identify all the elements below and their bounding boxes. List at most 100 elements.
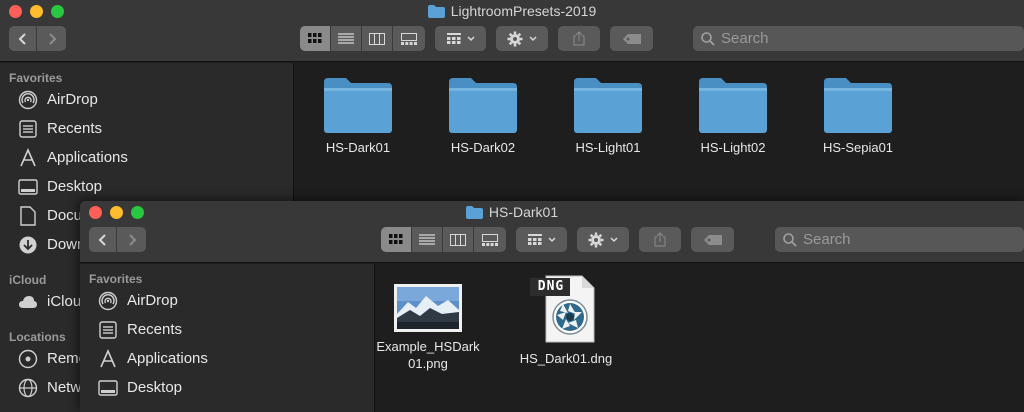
group-by-dropdown[interactable] bbox=[516, 227, 567, 252]
sidebar-item-label: Recents bbox=[127, 321, 183, 338]
sidebar-item-applications[interactable]: Applications bbox=[0, 143, 293, 172]
sidebar-item-recents[interactable]: Recents bbox=[0, 114, 293, 143]
tags-button[interactable] bbox=[691, 227, 734, 252]
globe-icon bbox=[18, 378, 38, 398]
forward-button[interactable] bbox=[117, 227, 146, 252]
folder-icon bbox=[449, 78, 517, 133]
icon-view-button[interactable] bbox=[300, 26, 331, 51]
chevron-right-icon bbox=[48, 32, 56, 45]
sidebar-item-airdrop[interactable]: AirDrop bbox=[80, 286, 374, 315]
icon-view-icon bbox=[308, 33, 322, 43]
folder-icon bbox=[824, 78, 892, 133]
sidebar-item-desktop[interactable]: Desktop bbox=[0, 172, 293, 201]
chevron-left-icon bbox=[98, 233, 106, 246]
gear-icon bbox=[588, 232, 604, 247]
action-menu-button[interactable] bbox=[496, 26, 548, 51]
sidebar-item-label: Desktop bbox=[47, 178, 103, 195]
list-view-button[interactable] bbox=[412, 227, 443, 252]
search-input[interactable] bbox=[803, 231, 1003, 248]
sidebar-heading-favorites: Favorites bbox=[9, 71, 63, 85]
column-view-icon bbox=[369, 32, 385, 45]
window-title-text: HS-Dark01 bbox=[488, 204, 559, 220]
file-name: HS_Dark01.dng bbox=[519, 351, 613, 366]
action-menu-button[interactable] bbox=[577, 227, 629, 252]
desktop-icon bbox=[18, 177, 38, 197]
cloud-icon bbox=[18, 292, 38, 312]
gear-icon bbox=[507, 31, 523, 46]
desktop-icon bbox=[98, 378, 118, 398]
sidebar-item-label: Applications bbox=[47, 149, 128, 166]
sidebar-item-label: Docu bbox=[47, 207, 83, 224]
recents-icon bbox=[98, 320, 118, 340]
back-button[interactable] bbox=[89, 227, 117, 252]
list-view-button[interactable] bbox=[331, 26, 362, 51]
search-field[interactable] bbox=[693, 26, 1024, 51]
tag-icon bbox=[703, 234, 722, 245]
folder-icon bbox=[699, 78, 767, 133]
sidebar-item-airdrop[interactable]: AirDrop bbox=[0, 85, 293, 114]
gallery-view-button[interactable] bbox=[393, 26, 425, 51]
folder-icon bbox=[324, 78, 392, 133]
view-mode-segmented bbox=[300, 26, 425, 51]
chevron-down-icon bbox=[466, 35, 475, 41]
folder-item[interactable]: HS-Dark02 bbox=[428, 78, 538, 156]
folder-name: HS-Light01 bbox=[575, 140, 641, 155]
window-title: LightroomPresets-2019 bbox=[0, 3, 1024, 19]
sidebar-item-label: Recents bbox=[47, 120, 103, 137]
sidebar-heading-favorites: Favorites bbox=[89, 272, 143, 286]
airdrop-icon bbox=[98, 291, 118, 311]
sidebar-item-label: AirDrop bbox=[127, 292, 178, 309]
file-browser: Example_HSDark 01.png DNG HS_Dark01.dng bbox=[376, 264, 1024, 412]
share-button[interactable] bbox=[558, 26, 600, 51]
folder-item[interactable]: HS-Sepia01 bbox=[803, 78, 913, 156]
search-field[interactable] bbox=[775, 227, 1024, 252]
folder-icon bbox=[465, 205, 483, 219]
file-name: Example_HSDark 01.png bbox=[376, 339, 480, 371]
dng-file-icon: DNG bbox=[530, 274, 602, 344]
image-thumbnail-icon bbox=[394, 276, 462, 334]
chevron-down-icon bbox=[547, 236, 556, 242]
search-input[interactable] bbox=[721, 30, 1001, 47]
share-button[interactable] bbox=[639, 227, 681, 252]
nav-buttons bbox=[9, 26, 66, 51]
folder-icon bbox=[574, 78, 642, 133]
share-icon bbox=[654, 232, 666, 247]
file-item[interactable]: DNG HS_Dark01.dng bbox=[506, 274, 626, 367]
finder-window-hs-dark01: HS-Dark01 Search Favorites AirDrop Recen… bbox=[80, 201, 1024, 412]
column-view-button[interactable] bbox=[362, 26, 393, 51]
folder-item[interactable]: HS-Dark01 bbox=[303, 78, 413, 156]
back-button[interactable] bbox=[9, 26, 37, 51]
tags-button[interactable] bbox=[610, 26, 653, 51]
airdrop-icon bbox=[18, 90, 38, 110]
forward-button[interactable] bbox=[37, 26, 66, 51]
disc-icon bbox=[18, 349, 38, 369]
folder-item[interactable]: HS-Light02 bbox=[678, 78, 788, 156]
window-title: HS-Dark01 bbox=[80, 204, 1024, 220]
search-icon bbox=[783, 232, 797, 247]
folder-item[interactable]: HS-Light01 bbox=[553, 78, 663, 156]
view-mode-segmented bbox=[381, 227, 506, 252]
chevron-right-icon bbox=[128, 233, 136, 246]
sidebar-item-desktop[interactable]: Desktop bbox=[80, 373, 374, 402]
recents-icon bbox=[18, 119, 38, 139]
folder-name: HS-Dark01 bbox=[325, 140, 391, 155]
applications-icon bbox=[98, 348, 118, 369]
group-by-dropdown[interactable] bbox=[435, 26, 486, 51]
sidebar-item-label: Desktop bbox=[127, 379, 183, 396]
group-icon bbox=[527, 234, 542, 245]
folder-name: HS-Dark02 bbox=[450, 140, 516, 155]
sidebar-item-applications[interactable]: Applications bbox=[80, 344, 374, 373]
share-icon bbox=[573, 31, 585, 46]
icon-view-button[interactable] bbox=[381, 227, 412, 252]
search-icon bbox=[701, 31, 715, 46]
column-view-button[interactable] bbox=[443, 227, 474, 252]
column-view-icon bbox=[450, 233, 466, 246]
group-icon bbox=[446, 33, 461, 44]
chevron-left-icon bbox=[18, 32, 26, 45]
file-item[interactable]: Example_HSDark 01.png bbox=[373, 276, 483, 372]
sidebar-item-recents[interactable]: Recents bbox=[80, 315, 374, 344]
chevron-down-icon bbox=[529, 35, 537, 41]
gallery-view-button[interactable] bbox=[474, 227, 506, 252]
icon-view-icon bbox=[389, 234, 403, 244]
sidebar-item-label: AirDrop bbox=[47, 91, 98, 108]
